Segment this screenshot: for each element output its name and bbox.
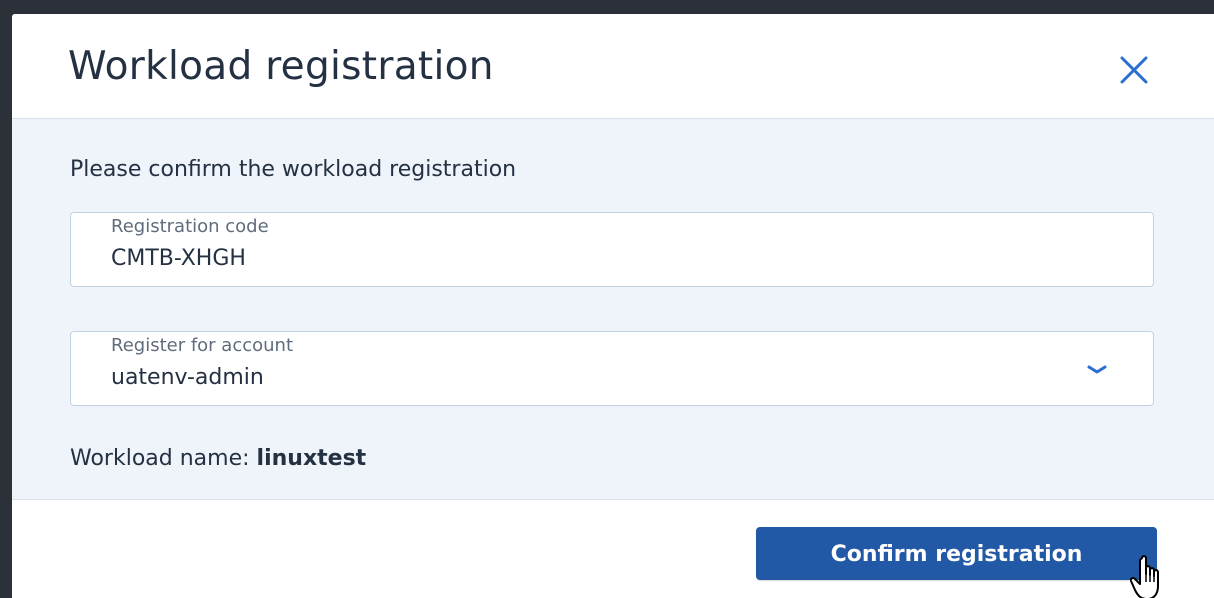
workload-name-row: Workload name: linuxtest <box>70 446 366 471</box>
account-select-label: Register for account <box>111 335 294 356</box>
registration-code-field[interactable]: Registration code <box>70 212 1154 287</box>
workload-name-label: Workload name: <box>70 446 250 471</box>
close-icon <box>1120 56 1148 84</box>
dialog-header: Workload registration <box>12 14 1214 119</box>
confirmation-message: Please confirm the workload registration <box>70 157 517 182</box>
chevron-down-icon[interactable] <box>1085 362 1109 378</box>
dialog-body: Please confirm the workload registration… <box>12 119 1214 500</box>
registration-code-input[interactable] <box>111 246 1011 271</box>
registration-code-label: Registration code <box>111 216 269 237</box>
account-select[interactable]: Register for account uatenv-admin <box>70 331 1154 406</box>
confirm-registration-button[interactable]: Confirm registration <box>756 527 1157 580</box>
dialog-title: Workload registration <box>68 44 494 89</box>
workload-name-value: linuxtest <box>256 446 367 471</box>
account-select-value: uatenv-admin <box>111 365 264 390</box>
workload-registration-dialog: Workload registration Please confirm the… <box>12 14 1214 598</box>
close-button[interactable] <box>1110 52 1158 100</box>
